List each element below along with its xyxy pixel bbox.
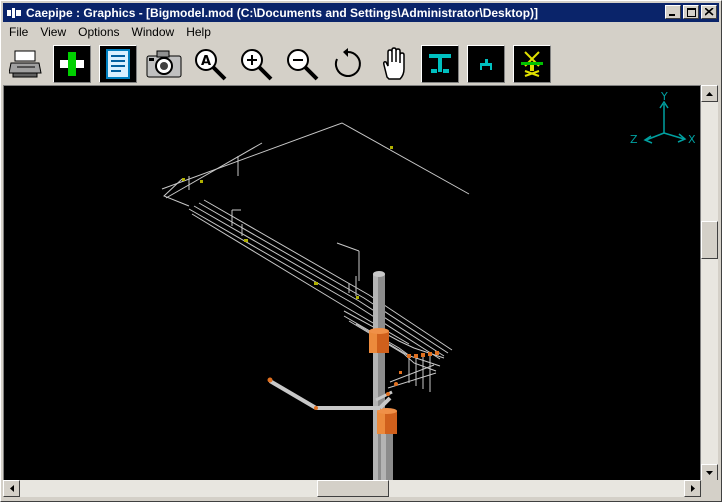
zoom-in-button[interactable] <box>237 45 275 83</box>
pan-button[interactable] <box>375 45 413 83</box>
zoom-window-icon: A <box>195 49 227 81</box>
node-markers <box>182 146 393 299</box>
zoom-window-button[interactable]: A <box>191 45 229 83</box>
axis-triad <box>643 100 687 144</box>
scroll-up-button[interactable] <box>701 85 718 102</box>
zoom-in-icon <box>241 49 273 81</box>
piping-model-view: Y Z X <box>161 90 696 480</box>
maximize-icon <box>686 7 696 17</box>
vessel-lower <box>377 408 397 434</box>
axis-x-label: X <box>688 133 696 146</box>
menu-help[interactable]: Help <box>180 25 217 39</box>
vertical-scroll-thumb[interactable] <box>701 221 718 259</box>
camera-icon <box>146 50 182 78</box>
arrow-right-icon <box>690 485 695 492</box>
app-window: Caepipe : Graphics - [Bigmodel.mod (C:\D… <box>0 0 722 502</box>
nodes-icon <box>480 59 492 70</box>
zoom-out-icon <box>287 49 319 81</box>
anchor-icon <box>521 51 543 77</box>
print-button[interactable] <box>7 45 45 83</box>
graphics-canvas[interactable]: Y Z X <box>3 85 701 481</box>
supports-icon <box>429 54 451 73</box>
title-bar[interactable]: Caepipe : Graphics - [Bigmodel.mod (C:\D… <box>3 3 719 22</box>
rotate-icon <box>334 48 361 77</box>
svg-text:A: A <box>201 54 211 69</box>
close-icon <box>704 8 714 16</box>
add-button[interactable] <box>53 45 91 83</box>
maximize-button[interactable] <box>683 5 699 19</box>
minimize-icon <box>669 14 675 16</box>
menu-options[interactable]: Options <box>72 25 125 39</box>
document-icon <box>106 49 130 79</box>
axis-z-label: Z <box>630 133 638 146</box>
menu-view[interactable]: View <box>34 25 72 39</box>
printer-icon <box>9 50 42 78</box>
rotate-button[interactable] <box>329 45 367 83</box>
menu-bar: File View Options Window Help <box>3 23 217 41</box>
menu-file[interactable]: File <box>3 25 34 39</box>
vertical-scrollbar[interactable] <box>701 85 718 481</box>
minimize-button[interactable] <box>665 5 681 19</box>
menu-window[interactable]: Window <box>126 25 181 39</box>
window-title: Caepipe : Graphics - [Bigmodel.mod (C:\D… <box>26 5 539 20</box>
scroll-right-button[interactable] <box>684 480 701 497</box>
axis-y-label: Y <box>660 90 668 103</box>
camera-button[interactable] <box>145 45 183 83</box>
show-anchors-button[interactable] <box>513 45 551 83</box>
show-nodes-button[interactable] <box>467 45 505 83</box>
toolbar: A <box>3 43 719 85</box>
arrow-left-icon <box>9 485 14 492</box>
scroll-down-button[interactable] <box>701 464 718 481</box>
plus-icon <box>60 52 84 76</box>
app-icon[interactable] <box>6 6 22 20</box>
text-list-button[interactable] <box>99 45 137 83</box>
show-supports-button[interactable] <box>421 45 459 83</box>
lower-riser <box>381 434 393 480</box>
pipe-network <box>161 122 470 392</box>
hand-icon <box>383 47 405 80</box>
vessel-upper <box>369 328 389 353</box>
horizontal-scrollbar[interactable] <box>3 480 701 497</box>
arrow-up-icon <box>706 91 713 96</box>
scrollbar-corner <box>701 480 718 497</box>
arrow-down-icon <box>706 470 713 475</box>
zoom-out-button[interactable] <box>283 45 321 83</box>
close-button[interactable] <box>701 5 717 19</box>
scroll-left-button[interactable] <box>3 480 20 497</box>
horizontal-scroll-thumb[interactable] <box>317 480 389 497</box>
